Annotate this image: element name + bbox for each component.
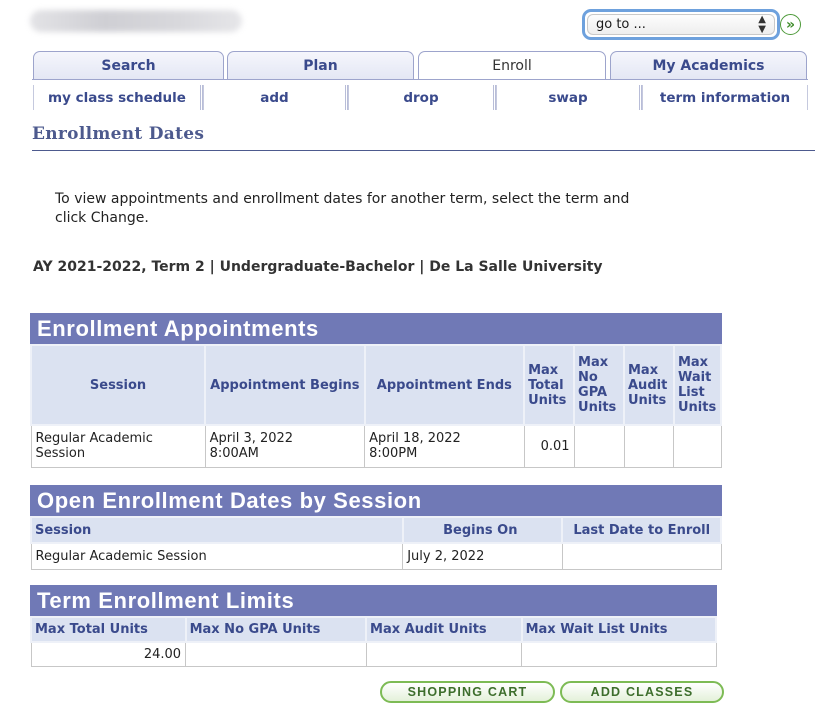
subtab-label: swap xyxy=(548,89,588,106)
cell-max-audit-units xyxy=(623,424,675,468)
tab-my-academics[interactable]: My Academics xyxy=(610,51,807,79)
subtab-label: drop xyxy=(403,89,439,106)
page-title: Enrollment Dates xyxy=(32,124,205,144)
goto-select-label: go to ... xyxy=(596,17,646,32)
term-line: AY 2021-2022, Term 2 | Undergraduate-Bac… xyxy=(33,259,603,275)
cell-appointment-begins: April 3, 2022 8:00AM xyxy=(204,424,366,468)
add-classes-button[interactable]: ADD CLASSES xyxy=(560,681,724,703)
cell-max-no-gpa-units xyxy=(185,641,367,667)
limits-table: Max Total Units Max No GPA Units Max Aud… xyxy=(30,616,718,667)
term-enrollment-limits-grid: Term Enrollment Limits Max Total Units M… xyxy=(30,585,718,667)
tab-divider xyxy=(32,79,808,80)
ends-time: 8:00PM xyxy=(369,446,418,462)
tab-search[interactable]: Search xyxy=(33,51,224,79)
open-enrollment-table: Session Begins On Last Date to Enroll Re… xyxy=(30,516,722,570)
col-session: Session xyxy=(30,516,404,544)
tab-label: Enroll xyxy=(492,57,532,74)
tab-enroll[interactable]: Enroll xyxy=(418,51,606,79)
double-chevron-right-icon[interactable]: » xyxy=(780,14,801,35)
begins-time: 8:00AM xyxy=(209,446,259,462)
cell-session: Regular Academic Session xyxy=(30,542,404,570)
subtab-drop[interactable]: drop xyxy=(348,85,496,110)
col-appointment-begins: Appointment Begins xyxy=(204,344,366,426)
shopping-cart-button[interactable]: SHOPPING CART xyxy=(380,681,555,703)
instructions-text: To view appointments and enrollment date… xyxy=(55,191,630,226)
enrollment-appointments-grid: Enrollment Appointments Session Appointm… xyxy=(29,313,723,468)
table-row: 24.00 xyxy=(30,641,717,667)
cell-max-wait-list-units xyxy=(521,641,717,667)
blurred-user-name xyxy=(30,10,242,32)
col-max-audit-units: Max Audit Units xyxy=(623,344,675,426)
goto-select[interactable]: go to ... ▲ ▼ xyxy=(587,14,775,35)
subtab-label: my class schedule xyxy=(48,89,186,106)
grid-title: Open Enrollment Dates by Session xyxy=(30,485,722,516)
table-row: Regular Academic Session July 2, 2022 xyxy=(30,542,722,570)
cell-session: Regular Academic Session xyxy=(30,424,206,468)
col-last-date-to-enroll: Last Date to Enroll xyxy=(561,516,722,544)
subtab-label: term information xyxy=(659,89,791,106)
col-max-total-units: Max Total Units xyxy=(30,616,187,643)
goto-select-focus-ring[interactable]: go to ... ▲ ▼ xyxy=(582,9,780,40)
subtab-my-class-schedule[interactable]: my class schedule xyxy=(33,85,203,110)
col-begins-on: Begins On xyxy=(401,516,564,544)
title-rule xyxy=(32,150,815,151)
cell-max-total-units: 24.00 xyxy=(30,641,187,667)
subtab-term-information[interactable]: term information xyxy=(642,85,808,110)
cell-appointment-ends: April 18, 2022 8:00PM xyxy=(364,424,525,468)
tab-plan[interactable]: Plan xyxy=(227,51,414,79)
tab-label: Search xyxy=(101,57,156,74)
ends-date: April 18, 2022 xyxy=(369,431,461,447)
tab-label: Plan xyxy=(303,57,338,74)
subtab-label: add xyxy=(260,89,289,106)
col-appointment-ends: Appointment Ends xyxy=(363,344,526,426)
begins-date: April 3, 2022 xyxy=(209,431,294,447)
col-session: Session xyxy=(29,344,207,426)
subtab-add[interactable]: add xyxy=(203,85,348,110)
col-max-wait-list-units: Max Wait List Units xyxy=(672,344,723,426)
cell-max-wait-list-units xyxy=(673,424,722,468)
cell-last-date-to-enroll xyxy=(561,542,722,570)
col-max-total-units: Max Total Units xyxy=(523,344,576,426)
table-row: Regular Academic Session April 3, 2022 8… xyxy=(30,424,722,468)
grid-title: Term Enrollment Limits xyxy=(30,585,717,616)
open-enrollment-grid: Open Enrollment Dates by Session Session… xyxy=(30,485,722,570)
col-max-no-gpa-units: Max No GPA Units xyxy=(573,344,625,426)
grid-title: Enrollment Appointments xyxy=(30,313,722,344)
subtab-swap[interactable]: swap xyxy=(496,85,642,110)
cell-begins-on: July 2, 2022 xyxy=(402,542,563,570)
cell-max-audit-units xyxy=(365,641,523,667)
col-max-no-gpa-units: Max No GPA Units xyxy=(184,616,368,643)
tab-label: My Academics xyxy=(652,57,765,74)
col-max-wait-list-units: Max Wait List Units xyxy=(520,616,718,643)
cell-max-total-units: 0.01 xyxy=(523,424,575,468)
up-down-arrows-icon: ▲ ▼ xyxy=(758,13,766,35)
cell-max-no-gpa-units xyxy=(573,424,625,468)
appointments-table: Session Appointment Begins Appointment E… xyxy=(29,344,723,468)
col-max-audit-units: Max Audit Units xyxy=(365,616,523,643)
